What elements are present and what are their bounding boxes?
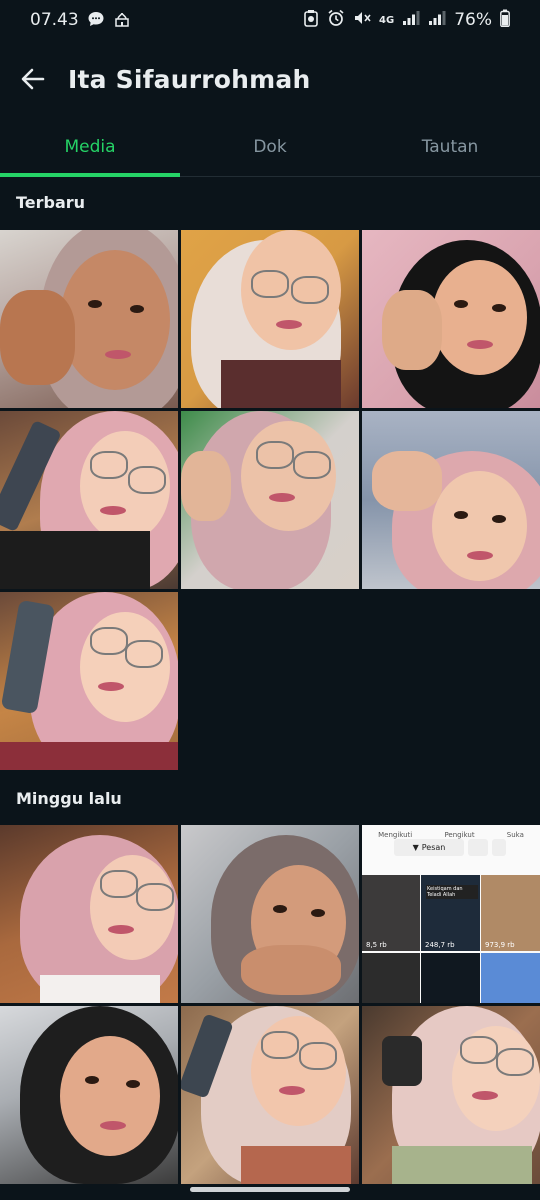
stat-followers: Pengikut: [444, 831, 475, 839]
section-header-recent: Terbaru: [16, 193, 86, 212]
app-bar: Ita Sifaurrohmah: [0, 40, 540, 118]
back-arrow-icon[interactable]: [20, 66, 46, 92]
media-thumbnail[interactable]: [181, 230, 359, 408]
signal-icon: [428, 10, 446, 31]
media-thumbnail[interactable]: [181, 1006, 359, 1184]
gesture-bar[interactable]: [190, 1187, 350, 1192]
media-thumbnail[interactable]: [362, 1006, 540, 1184]
battery-icon: [500, 9, 510, 32]
media-thumbnail[interactable]: [0, 230, 178, 408]
media-thumbnail[interactable]: [0, 592, 178, 770]
chevron-down-icon: [492, 839, 506, 856]
alarm-badge-icon: [303, 9, 319, 32]
network-type: 4G: [379, 14, 395, 26]
back-button[interactable]: [18, 64, 48, 94]
mute-icon: [353, 9, 371, 32]
add-friend-icon: [468, 839, 488, 856]
tab-docs[interactable]: Dok: [180, 118, 360, 176]
video-caption: Keistiqam dan Teladi Allah: [426, 885, 478, 899]
clock: 07.43: [30, 10, 79, 30]
media-thumbnail[interactable]: [0, 411, 178, 589]
media-thumbnail[interactable]: [362, 411, 540, 589]
media-thumbnail[interactable]: [0, 1006, 178, 1184]
media-thumbnail[interactable]: [181, 825, 359, 1003]
section-header-last-week: Minggu lalu: [16, 789, 122, 808]
stat-following: Mengikuti: [378, 831, 413, 839]
media-thumbnail[interactable]: [362, 230, 540, 408]
view-count: 973,9 rb: [485, 941, 515, 949]
stat-likes: Suka: [506, 831, 524, 839]
status-bar: 07.43 4G 76%: [0, 0, 540, 40]
media-thumbnail[interactable]: [181, 411, 359, 589]
signal-icon: [402, 10, 420, 31]
screenshot-thumbnail[interactable]: Mengikuti Pengikut Suka ▼ Pesan Keistiqa…: [362, 825, 540, 1003]
view-count: 8,5 rb: [366, 941, 387, 949]
battery-level: 76%: [454, 10, 492, 30]
message-button: ▼ Pesan: [394, 839, 464, 856]
chat-bubble-icon: [87, 10, 105, 31]
media-thumbnail[interactable]: [0, 825, 178, 1003]
alarm-icon: [327, 9, 345, 32]
page-title: Ita Sifaurrohmah: [68, 64, 311, 94]
tab-media[interactable]: Media: [0, 118, 180, 177]
tab-links[interactable]: Tautan: [360, 118, 540, 176]
mosque-icon: [113, 10, 131, 31]
tab-bar: Media Dok Tautan: [0, 118, 540, 177]
send-icon: ▼: [412, 843, 419, 852]
view-count: 248,7 rb: [425, 941, 455, 949]
